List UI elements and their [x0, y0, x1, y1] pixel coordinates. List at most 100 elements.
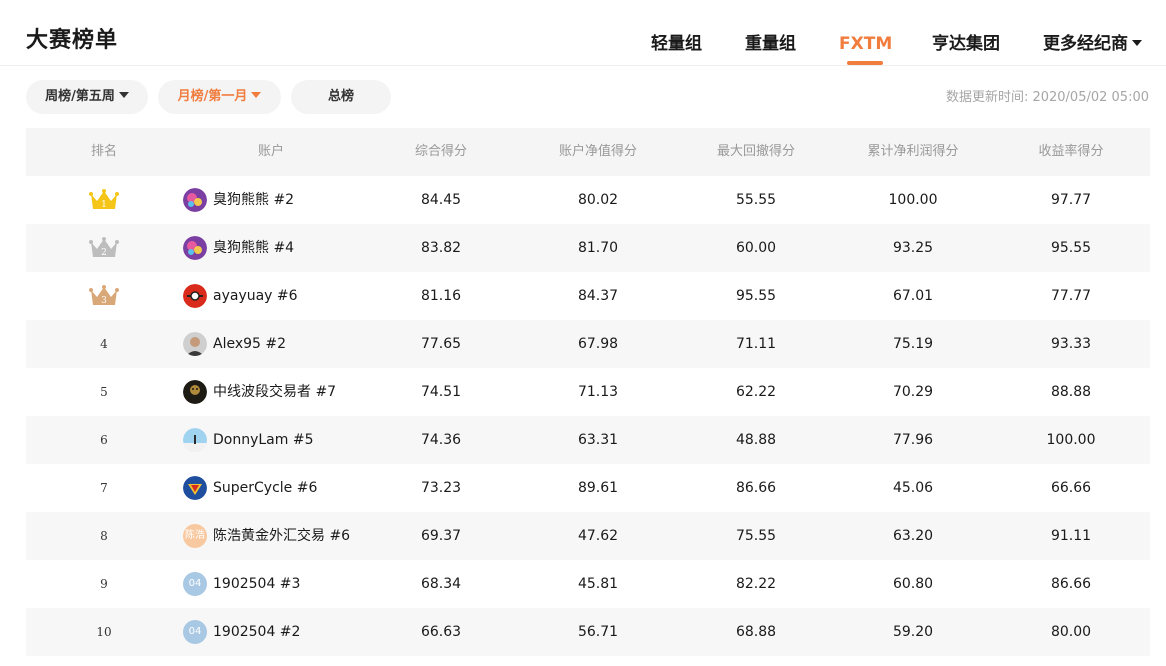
- table-row[interactable]: 5 中线波段交易者 #7 74.51 71.13 62.22 70.29 88.88: [26, 368, 1150, 416]
- equity-score-cell: 89.61: [577, 480, 619, 496]
- equity-score-cell: 81.70: [577, 240, 619, 256]
- rank-number: 7: [100, 481, 108, 495]
- profit-score-cell: 63.20: [892, 528, 934, 544]
- broker-tabs: 轻量组 重量组 FXTM 亨达集团 更多经纪商: [0, 31, 1166, 65]
- account-name[interactable]: ayayuay #6: [213, 272, 298, 320]
- weekly-filter-label: 周榜/第五周: [45, 89, 115, 104]
- rank-number: 5: [100, 385, 108, 399]
- avatar-initials: 04: [188, 626, 202, 637]
- equity-score-cell: 67.98: [577, 336, 619, 352]
- equity-score-cell: 56.71: [577, 624, 619, 640]
- account-name[interactable]: SuperCycle #6: [213, 464, 317, 512]
- avatar[interactable]: [183, 188, 207, 212]
- avatar[interactable]: 04: [183, 572, 207, 596]
- overall-score-cell: 84.45: [420, 192, 462, 208]
- overall-score-cell: 66.63: [420, 624, 462, 640]
- bronze-crown-icon: 3: [89, 284, 119, 308]
- header-equity-score: 账户净值得分: [558, 144, 637, 159]
- return-score-cell: 80.00: [1050, 624, 1092, 640]
- tab-light-group[interactable]: 轻量组: [651, 31, 702, 57]
- table-row[interactable]: 4 Alex95 #2 77.65 67.98 71.11 75.19 93.33: [26, 320, 1150, 368]
- avatar[interactable]: 陈浩: [183, 524, 207, 548]
- table-row[interactable]: 9 04 1902504 #3 68.34 45.81 82.22 60.80 86.66: [26, 560, 1150, 608]
- profit-score-cell: 93.25: [892, 240, 934, 256]
- avatar[interactable]: [183, 476, 207, 500]
- avatar-initials: 陈浩: [185, 530, 205, 541]
- account-name[interactable]: Alex95 #2: [213, 320, 286, 368]
- avatar[interactable]: 04: [183, 620, 207, 644]
- monthly-filter-dropdown[interactable]: 月榜/第一月: [158, 80, 281, 114]
- rank-number: 10: [96, 625, 112, 639]
- rank-cell: 10: [64, 608, 144, 656]
- chevron-down-icon: [118, 92, 129, 98]
- avatar[interactable]: [183, 236, 207, 260]
- gold-crown-icon: 1: [89, 188, 119, 212]
- equity-score-cell: 47.62: [577, 528, 619, 544]
- total-filter-button[interactable]: 总榜: [291, 80, 391, 114]
- rank-number: 6: [100, 433, 108, 447]
- account-name[interactable]: 中线波段交易者 #7: [213, 368, 336, 416]
- avatar[interactable]: [183, 380, 207, 404]
- equity-score-cell: 45.81: [577, 576, 619, 592]
- avatar[interactable]: [183, 332, 207, 356]
- rank-cell: 7: [64, 464, 144, 512]
- return-score-cell: 95.55: [1050, 240, 1092, 256]
- rank-number: 4: [100, 337, 108, 351]
- profit-score-cell: 67.01: [892, 288, 934, 304]
- account-name[interactable]: 臭狗熊熊 #4: [213, 224, 294, 272]
- header-account: 账户: [257, 144, 284, 159]
- overall-score-cell: 77.65: [420, 336, 462, 352]
- table-row[interactable]: 8 陈浩 陈浩黄金外汇交易 #6 69.37 47.62 75.55 63.20 91.11: [26, 512, 1150, 560]
- table-row[interactable]: 1 臭狗熊熊 #2 84.45 80.02 55.55 100.00 97.77: [26, 176, 1150, 224]
- monthly-filter-label: 月榜/第一月: [177, 89, 248, 104]
- drawdown-score-cell: 95.55: [735, 288, 777, 304]
- drawdown-score-cell: 48.88: [735, 432, 777, 448]
- weekly-filter-dropdown[interactable]: 周榜/第五周: [26, 80, 148, 114]
- overall-score-cell: 68.34: [420, 576, 462, 592]
- tab-more-brokers[interactable]: 更多经纪商: [1043, 31, 1142, 57]
- avatar[interactable]: [183, 428, 207, 452]
- tab-hantec[interactable]: 亨达集团: [932, 31, 1000, 57]
- avatar-initials: 04: [188, 578, 202, 589]
- drawdown-score-cell: 71.11: [735, 336, 777, 352]
- account-name[interactable]: 臭狗熊熊 #2: [213, 176, 294, 224]
- rank-cell: 5: [64, 368, 144, 416]
- equity-score-cell: 84.37: [577, 288, 619, 304]
- tab-heavy-group[interactable]: 重量组: [745, 31, 796, 57]
- rank-cell: 8: [64, 512, 144, 560]
- avatar[interactable]: [183, 284, 207, 308]
- header-overall-score: 综合得分: [414, 144, 467, 159]
- account-name[interactable]: 1902504 #3: [213, 560, 300, 608]
- overall-score-cell: 69.37: [420, 528, 462, 544]
- overall-score-cell: 73.23: [420, 480, 462, 496]
- return-score-cell: 77.77: [1050, 288, 1092, 304]
- overall-score-cell: 81.16: [420, 288, 462, 304]
- drawdown-score-cell: 62.22: [735, 384, 777, 400]
- table-row[interactable]: 2 臭狗熊熊 #4 83.82 81.70 60.00 93.25 95.55: [26, 224, 1150, 272]
- chevron-down-icon: [1132, 39, 1142, 46]
- profit-score-cell: 60.80: [892, 576, 934, 592]
- account-name[interactable]: 陈浩黄金外汇交易 #6: [213, 512, 350, 560]
- svg-text:3: 3: [101, 296, 107, 306]
- return-score-cell: 66.66: [1050, 480, 1092, 496]
- account-name[interactable]: DonnyLam #5: [213, 416, 313, 464]
- drawdown-score-cell: 55.55: [735, 192, 777, 208]
- tab-fxtm[interactable]: FXTM: [839, 31, 892, 57]
- profit-score-cell: 77.96: [892, 432, 934, 448]
- drawdown-score-cell: 75.55: [735, 528, 777, 544]
- data-update-time: 数据更新时间: 2020/05/02 05:00: [945, 90, 1149, 105]
- active-tab-indicator: [847, 61, 883, 65]
- table-row[interactable]: 7 SuperCycle #6 73.23 89.61 86.66 45.06 66.66: [26, 464, 1150, 512]
- account-name[interactable]: 1902504 #2: [213, 608, 300, 656]
- table-header-row: 排名 账户 综合得分 账户净值得分 最大回撤得分 累计净利润得分 收益率得分: [26, 128, 1150, 176]
- table-row[interactable]: 6 DonnyLam #5 74.36 63.31 48.88 77.96 100.00: [26, 416, 1150, 464]
- svg-text:1: 1: [101, 200, 107, 210]
- rank-number: 8: [100, 529, 108, 543]
- table-row[interactable]: 3 ayayuay #6 81.16 84.37 95.55 67.01 77.77: [26, 272, 1150, 320]
- profit-score-cell: 45.06: [892, 480, 934, 496]
- overall-score-cell: 83.82: [420, 240, 462, 256]
- header-return-score: 收益率得分: [1038, 144, 1104, 159]
- rank-cell: 6: [64, 416, 144, 464]
- table-row[interactable]: 10 04 1902504 #2 66.63 56.71 68.88 59.20 80.00: [26, 608, 1150, 656]
- rank-cell: 4: [64, 320, 144, 368]
